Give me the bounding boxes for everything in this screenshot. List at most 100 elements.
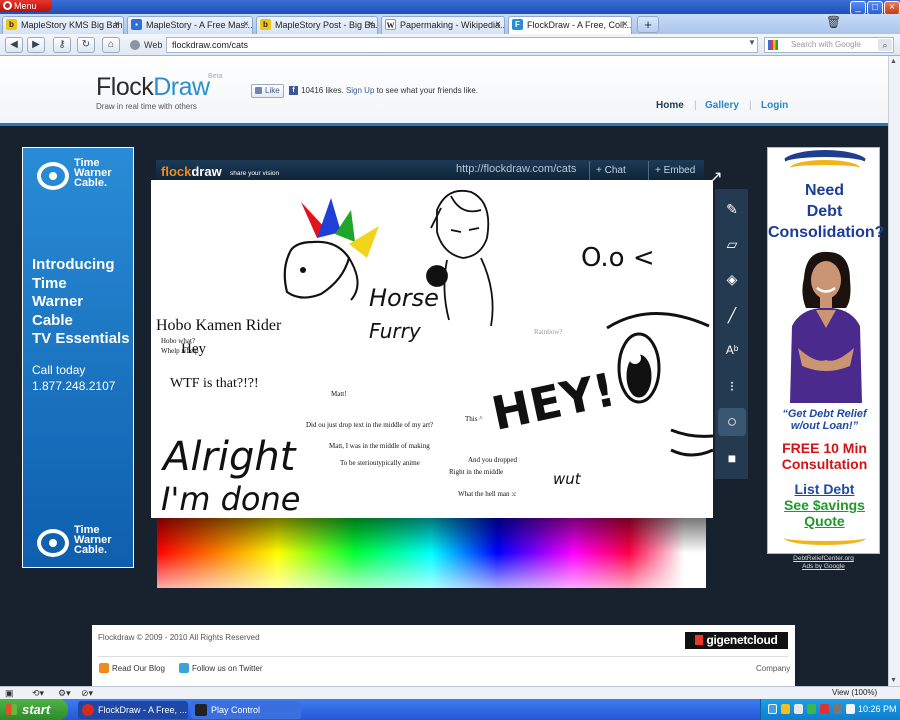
text-tool[interactable]: Aᵇ — [718, 336, 746, 364]
address-input[interactable]: flockdraw.com/cats — [166, 37, 758, 53]
home-button[interactable]: ⌂ — [102, 37, 120, 53]
ad-source-link[interactable]: DebtReliefCenter.org Ads by Google — [767, 555, 880, 571]
tab-maplestory-kms[interactable]: b MapleStory KMS Big Ban... × — [2, 16, 124, 34]
tab-maplestory-post[interactable]: b MapleStory Post - Big Ba... × — [256, 16, 378, 34]
taskbar-item-flockdraw[interactable]: FlockDraw - A Free, ... — [78, 701, 188, 719]
back-button[interactable]: ◀ — [5, 37, 23, 53]
antivirus-icon[interactable] — [807, 704, 816, 714]
twitter-link[interactable]: Follow us on Twitter — [192, 664, 263, 673]
status-bar — [0, 686, 900, 699]
close-tab-icon[interactable]: × — [114, 17, 120, 33]
ad-headline: Need Debt Consolidation? — [768, 182, 885, 241]
zoom-level[interactable]: View (100%) — [832, 688, 877, 697]
canvas-text: Matt! — [331, 390, 347, 398]
circle-tool[interactable]: ○ — [718, 408, 746, 436]
tab-papermaking[interactable]: W Papermaking - Wikipedia... × — [381, 16, 505, 34]
search-icon[interactable]: ⌕ — [878, 39, 892, 51]
chevron-down-icon[interactable]: ▼ — [748, 38, 756, 47]
minimize-button[interactable]: _ — [850, 1, 866, 15]
gigenet-logo[interactable]: gigenetcloud — [685, 632, 788, 649]
arc-decoration — [790, 160, 860, 176]
color-palette[interactable] — [157, 518, 706, 588]
web-indicator: Web — [128, 37, 166, 53]
ad-quote: “Get Debt Relief w/out Loan!” — [782, 408, 867, 432]
trash-icon[interactable]: 🗑 — [826, 15, 841, 29]
handwriting-furry: Furry — [369, 319, 422, 343]
wikipedia-icon: W — [385, 19, 396, 30]
forward-button[interactable]: ▶ — [27, 37, 45, 53]
close-window-button[interactable]: × — [884, 1, 900, 15]
title-bar — [0, 0, 900, 14]
close-tab-icon[interactable]: × — [495, 17, 501, 33]
close-tab-icon[interactable]: × — [243, 17, 249, 33]
start-button[interactable]: start — [0, 699, 68, 720]
play-control-icon — [195, 704, 207, 716]
time-warner-logo: Time Warner Cable. — [37, 523, 129, 563]
blog-link[interactable]: Read Our Blog — [112, 664, 165, 673]
canvas-text: To be sterioutypically anime — [340, 459, 420, 467]
nav-home[interactable]: Home — [656, 100, 684, 111]
alert-icon[interactable] — [820, 704, 829, 714]
sync-icon[interactable]: ⟲▾ — [32, 688, 44, 699]
tab-maplestory-free[interactable]: ▪ MapleStory - A Free Mas... × — [127, 16, 253, 34]
list-debt-link[interactable]: List Debt — [768, 481, 881, 497]
new-tab-button[interactable]: + — [637, 16, 659, 33]
footer-divider — [98, 656, 788, 657]
handwriting-alright: Alright — [160, 434, 297, 480]
scroll-up-icon[interactable]: ▲ — [890, 58, 897, 65]
clock: 10:26 PM — [858, 704, 897, 714]
square-tool[interactable]: ■ — [718, 444, 746, 472]
app-slogan: share your vision — [230, 170, 280, 177]
time-warner-ad[interactable]: Time Warner Cable. Introducing Time Warn… — [22, 147, 134, 568]
block-icon[interactable]: ⊘▾ — [81, 688, 93, 699]
ad-headline: Introducing Time Warner Cable TV Essenti… — [32, 256, 130, 347]
key-icon[interactable]: ⚷ — [53, 37, 71, 53]
fill-tool[interactable]: ◈ — [718, 265, 746, 293]
chat-button[interactable]: + Chat — [589, 161, 647, 180]
time-warner-logo: Time Warner Cable. — [37, 156, 129, 196]
canvas-text: And you dropped — [468, 456, 517, 464]
scroll-down-icon[interactable]: ▼ — [890, 677, 897, 684]
share-icon[interactable]: ⚙▾ — [58, 688, 71, 699]
nav-login[interactable]: Login — [761, 100, 788, 111]
canvas-text: Right in the middle — [449, 468, 504, 476]
debt-relief-ad[interactable]: Need Debt Consolidation? “Get Debt Relie… — [767, 147, 885, 554]
twitter-icon — [179, 663, 189, 673]
search-input[interactable]: Search with Google ⌕ — [764, 37, 894, 53]
facebook-like-button[interactable]: Like — [251, 84, 284, 98]
pencil-tool[interactable]: ✎ — [718, 195, 746, 223]
nav-gallery[interactable]: Gallery — [705, 100, 739, 111]
nav-divider: | — [749, 100, 752, 111]
brush-size-tool[interactable]: ⁝ — [718, 372, 746, 400]
device-icon[interactable] — [833, 704, 842, 714]
handwriting-hey: HEY! — [487, 362, 620, 441]
opera-menu-button[interactable]: Menu — [0, 0, 52, 12]
flockdraw-app-logo: flockdraw — [161, 164, 222, 179]
drawing-canvas[interactable]: Horse Furry O.o < HEY! Alright I'm done … — [151, 180, 713, 518]
volume-icon[interactable] — [794, 704, 803, 714]
room-url[interactable]: http://flockdraw.com/cats — [456, 163, 576, 175]
speaker-icon[interactable] — [846, 704, 855, 714]
panel-toggle-icon[interactable]: ▣ — [5, 688, 14, 699]
reload-button[interactable]: ↻ — [77, 37, 95, 53]
eraser-tool[interactable]: ▱ — [718, 230, 746, 258]
flockdraw-logo[interactable]: FlockDraw — [96, 73, 210, 102]
tab-flockdraw[interactable]: F FlockDraw - A Free, Coll... × — [508, 16, 632, 34]
security-icon[interactable] — [781, 704, 790, 714]
beta-label: Beta — [208, 73, 223, 80]
rss-icon — [99, 663, 109, 673]
maximize-button[interactable]: □ — [867, 1, 883, 15]
flockdraw-icon: F — [512, 19, 523, 30]
embed-button[interactable]: + Embed — [648, 161, 704, 180]
signup-link[interactable]: Sign Up — [346, 86, 374, 95]
network-icon[interactable] — [768, 704, 777, 714]
taskbar-item-play-control[interactable]: Play Control — [191, 701, 301, 719]
company-link[interactable]: Company — [756, 664, 790, 673]
close-tab-icon[interactable]: × — [622, 17, 628, 33]
vertical-scrollbar[interactable]: ▲ ▼ — [888, 56, 900, 686]
line-tool[interactable]: ╱ — [718, 301, 746, 329]
canvas-text: Rainbow? — [534, 328, 563, 336]
close-tab-icon[interactable]: × — [368, 17, 374, 33]
ad-offer: FREE 10 Min Consultation — [781, 440, 868, 472]
see-savings-link[interactable]: See $avings Quote — [768, 497, 881, 529]
